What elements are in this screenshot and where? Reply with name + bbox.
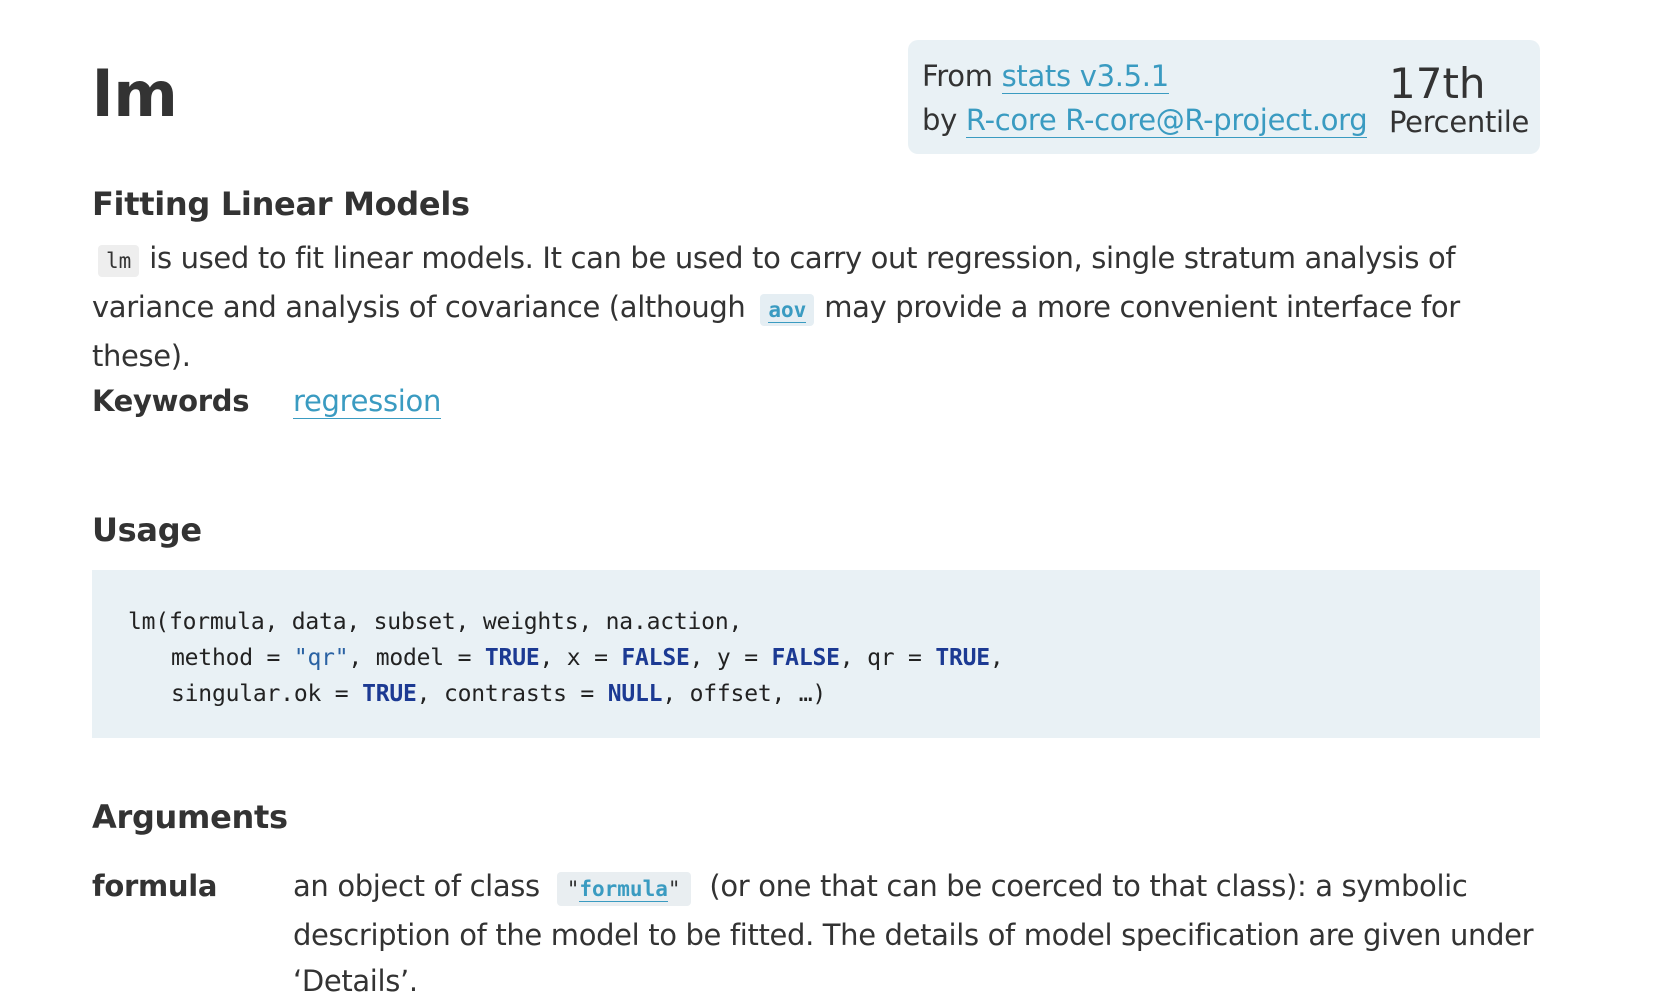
argument-name-formula: formula	[92, 869, 218, 903]
usage-heading: Usage	[92, 511, 202, 549]
code-keyword: FALSE	[771, 645, 840, 671]
keyword-regression-link[interactable]: regression	[293, 384, 441, 419]
author-link[interactable]: R-core R-core@R-project.org	[965, 103, 1368, 138]
keywords-list: regression	[293, 380, 441, 422]
usage-code-block: lm(formula, data, subset, weights, na.ac…	[92, 570, 1540, 738]
description-paragraph: lm is used to fit linear models. It can b…	[92, 235, 1552, 379]
by-label: by	[922, 103, 957, 137]
code-text: singular.ok =	[171, 681, 363, 707]
page-title: lm	[92, 58, 178, 131]
code-string: "qr"	[293, 645, 349, 671]
code-line-1: lm(formula, data, subset, weights, na.ac…	[128, 609, 743, 635]
quote-open: "	[566, 877, 580, 901]
code-keyword: TRUE	[362, 681, 417, 707]
package-author: by R-core R-core@R-project.org	[922, 100, 1368, 140]
percentile-label: Percentile	[1389, 105, 1530, 139]
code-text: , qr =	[839, 645, 936, 671]
documentation-page: lm From stats v3.5.1 by R-core R-core@R-…	[0, 0, 1668, 1000]
description-heading: Fitting Linear Models	[92, 185, 470, 223]
code-text: ,	[989, 645, 1004, 671]
aov-code: aov	[760, 294, 815, 326]
formula-code: "formula"	[556, 872, 691, 906]
code-line-2: method = "qr", model = TRUE, x = FALSE, …	[128, 640, 1540, 676]
code-text: , y =	[689, 645, 772, 671]
code-text: , x =	[539, 645, 622, 671]
code-text: , model =	[348, 645, 485, 671]
argument-text-1: an object of class	[293, 869, 540, 903]
code-keyword: FALSE	[621, 645, 690, 671]
package-link[interactable]: stats v3.5.1	[1001, 59, 1169, 94]
code-text: , contrasts =	[416, 681, 608, 707]
package-info-box: From stats v3.5.1 by R-core R-core@R-pro…	[908, 40, 1540, 154]
formula-class-link[interactable]: formula	[579, 877, 668, 902]
keywords-label: Keywords	[92, 384, 250, 418]
code-keyword: NULL	[607, 681, 663, 707]
code-line-3: singular.ok = TRUE, contrasts = NULL, of…	[128, 676, 1540, 712]
code-keyword: TRUE	[935, 645, 990, 671]
argument-description-formula: an object of class "formula" (or one tha…	[293, 863, 1543, 1000]
quote-close: "	[667, 877, 681, 901]
lm-code: lm	[98, 245, 140, 277]
code-text: , offset, …)	[662, 681, 827, 707]
package-source: From stats v3.5.1	[922, 56, 1169, 96]
arguments-heading: Arguments	[92, 798, 288, 836]
code-keyword: TRUE	[484, 645, 540, 671]
code-text: method =	[171, 645, 294, 671]
from-label: From	[922, 59, 993, 93]
aov-link[interactable]: aov	[768, 298, 807, 323]
